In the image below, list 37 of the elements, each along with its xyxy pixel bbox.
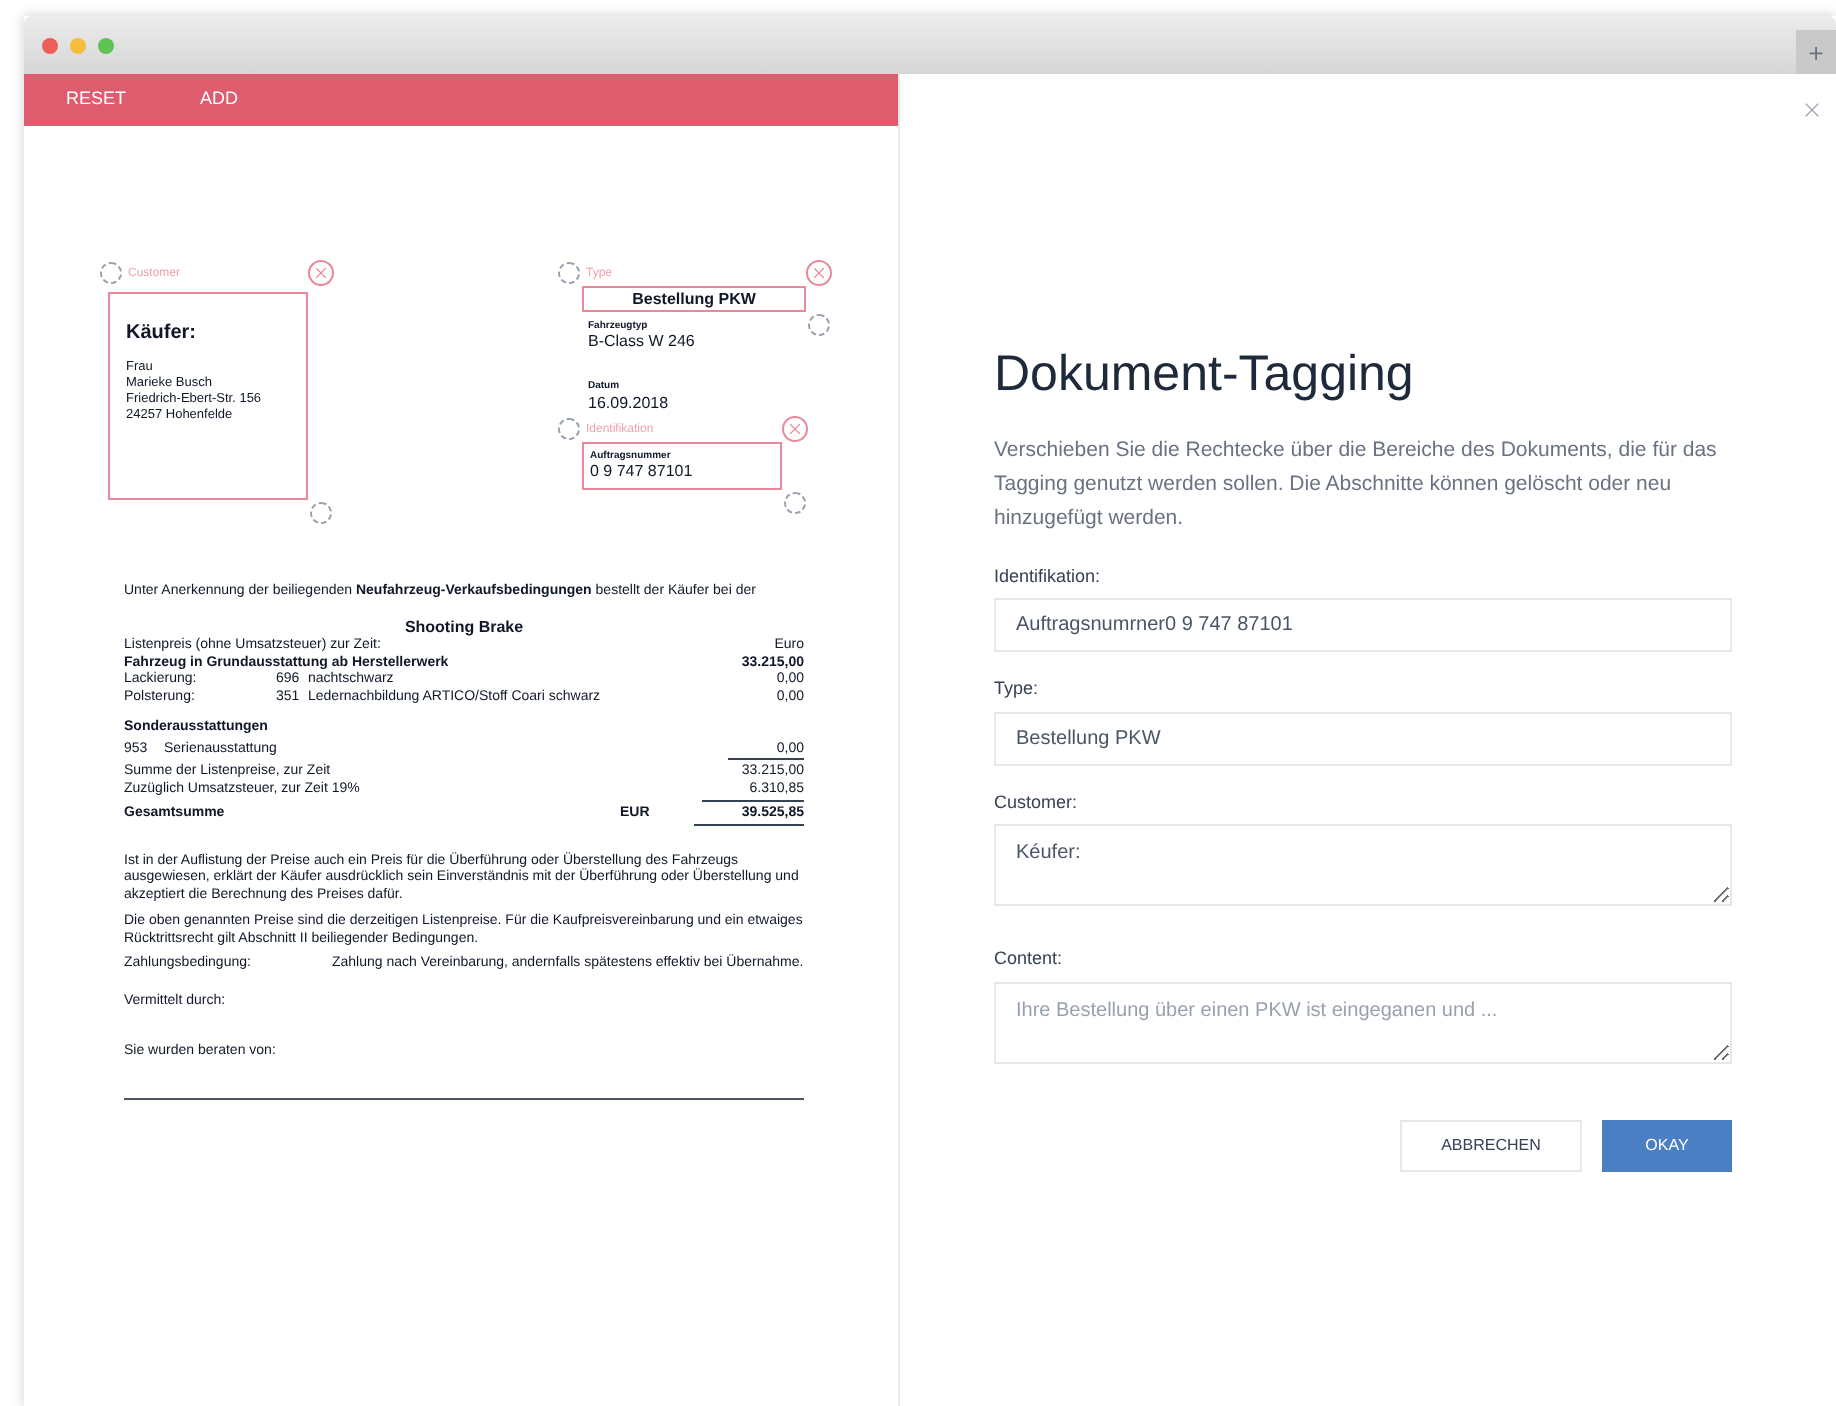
toolbar-button[interactable]: RESET	[66, 86, 127, 114]
close-icon	[810, 264, 828, 282]
close-icon	[1800, 98, 1824, 122]
tag-rectangle[interactable]: Bestellung PKW	[582, 286, 806, 312]
field-label: Type:	[994, 676, 1041, 702]
field-value: 0 9 747 87101	[590, 461, 695, 482]
model-name: Shooting Brake	[402, 617, 526, 638]
remove-tag-button[interactable]	[308, 260, 334, 286]
close-icon	[312, 264, 330, 282]
resize-handle[interactable]	[310, 502, 332, 524]
resize-handle[interactable]	[808, 314, 830, 336]
remove-tag-button[interactable]	[782, 415, 808, 441]
panel-description: Verschieben Sie die Rechtecke über die Bereiche des Dokuments, die für das Tagging genutzt werden sollen. Die Abschnitte können gelöscht oder neu hinzugefügt werden.	[994, 435, 1719, 533]
text-area[interactable]: Kéufer:	[994, 824, 1732, 906]
field-label: Identifikation:	[994, 563, 1103, 589]
toolbar-button[interactable]: ADD	[200, 86, 239, 114]
order-type: Bestellung PKW	[632, 289, 756, 309]
resize-handle[interactable]	[784, 491, 806, 514]
field-value: B-Class W 246	[588, 332, 697, 353]
resize-handle[interactable]	[558, 262, 580, 284]
cancel-button[interactable]: ABBRECHEN	[1400, 1119, 1582, 1171]
field-label: Customer:	[994, 789, 1080, 815]
close-icon	[786, 419, 804, 437]
field-value: 16.09.2018	[588, 393, 671, 413]
field-label: Content:	[994, 946, 1065, 972]
close-window-button[interactable]	[42, 37, 58, 53]
buyer-heading: Käufer:	[126, 322, 199, 347]
panel-title: Dokument-Tagging	[994, 344, 1416, 406]
text-field[interactable]: Bestellung PKW	[994, 711, 1732, 765]
text-area[interactable]: Ihre Bestellung über einen PKW ist eingeganen und ...	[994, 981, 1732, 1063]
resize-handle[interactable]	[100, 262, 122, 284]
minimize-window-button[interactable]	[70, 37, 86, 53]
zoom-window-button[interactable]	[98, 37, 114, 53]
text-field[interactable]: Auftragsnumrner0 9 747 87101	[994, 598, 1732, 652]
remove-tag-button[interactable]	[806, 260, 832, 286]
okay-button[interactable]: OKAY	[1602, 1119, 1732, 1171]
resize-handle[interactable]	[558, 417, 580, 439]
